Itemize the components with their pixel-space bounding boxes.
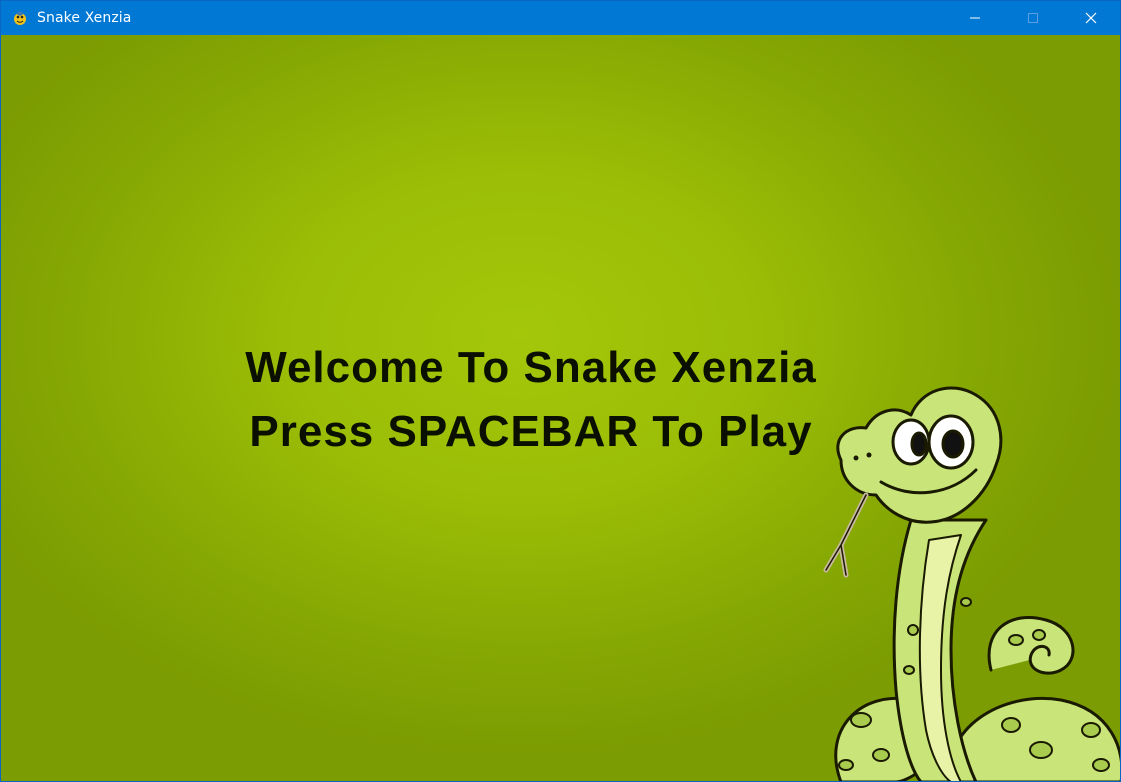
maximize-icon [1028,13,1038,23]
window-title: Snake Xenzia [37,10,132,26]
cartoon-snake-illustration [823,386,1120,781]
maximize-button[interactable] [1004,1,1062,35]
close-icon [1085,12,1097,24]
game-canvas[interactable]: Welcome To Snake Xenzia Press SPACEBAR T… [1,35,1120,781]
python-snake-icon [11,9,29,27]
close-button[interactable] [1062,1,1120,35]
minimize-button[interactable] [946,1,1004,35]
minimize-icon [970,17,980,19]
app-window: Snake Xenzia Welcome To Snake Xenzia Pre… [0,0,1121,782]
title-bar[interactable]: Snake Xenzia [1,1,1120,35]
